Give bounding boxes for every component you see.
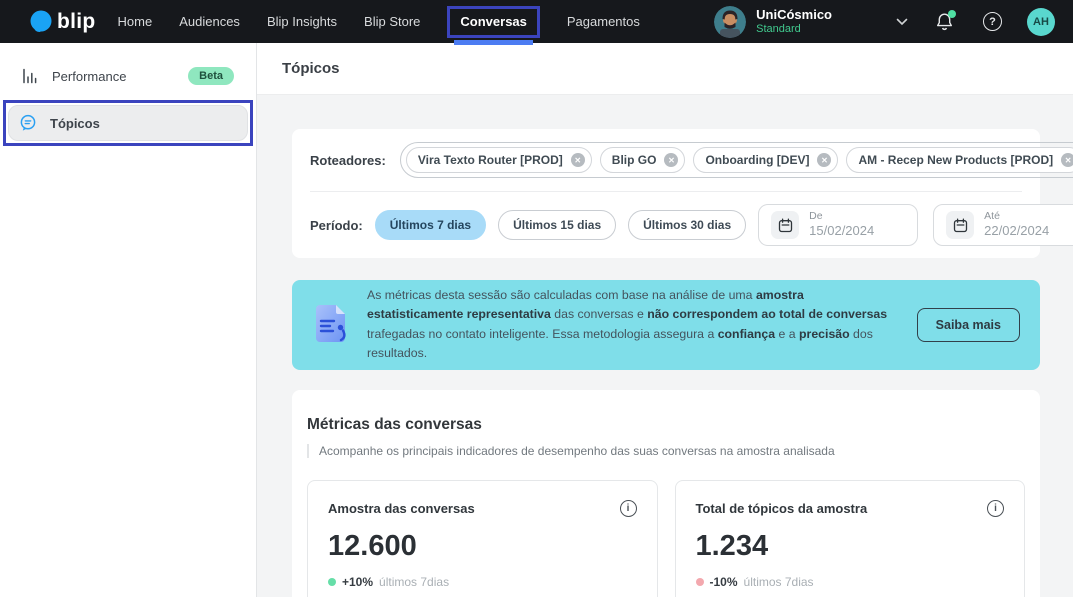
bar-chart-icon (22, 68, 39, 84)
period-chip-30-days[interactable]: Últimos 30 dias (628, 210, 746, 240)
sidebar-item-label: Tópicos (50, 116, 100, 131)
banner-text: As métricas desta sessão são calculadas … (367, 286, 900, 364)
main-nav: Home Audiences Blip Insights Blip Store … (118, 6, 640, 38)
account-name: UniCósmico (756, 7, 832, 23)
annotation-box-topicos: Tópicos (3, 100, 253, 146)
content-area: Roteadores: Vira Texto Router [PROD] ✕ B… (257, 95, 1073, 597)
beta-badge: Beta (188, 67, 234, 85)
main-area: Tópicos Roteadores: Vira Texto Router [P… (257, 43, 1073, 597)
sidebar-item-performance[interactable]: Performance Beta (12, 61, 244, 91)
metrics-section-card: Métricas das conversas Acompanhe os prin… (292, 390, 1040, 597)
notification-dot (948, 10, 956, 18)
router-chip-label: Blip GO (612, 153, 657, 167)
nav-item-audiences[interactable]: Audiences (179, 8, 240, 35)
date-from-label: De (809, 210, 874, 224)
info-icon[interactable]: i (987, 500, 1004, 517)
metric-trend: -10% últimos 7dias (696, 575, 1005, 589)
router-chip-label: Onboarding [DEV] (705, 153, 809, 167)
help-icon[interactable]: ? (983, 12, 1002, 31)
date-to-field[interactable]: Até 22/02/2024 (933, 204, 1073, 246)
metric-value: 1.234 (696, 530, 1005, 563)
info-banner: As métricas desta sessão são calculadas … (292, 280, 1040, 370)
filters-card: Roteadores: Vira Texto Router [PROD] ✕ B… (292, 129, 1040, 258)
account-menu[interactable]: UniCósmico Standard (714, 6, 832, 38)
document-icon (312, 304, 350, 346)
router-chip[interactable]: AM - Recep New Products [PROD] ✕ (846, 147, 1073, 173)
annotation-box-conversas: Conversas (447, 6, 539, 38)
trend-period: últimos 7dias (744, 575, 814, 589)
nav-item-blip-store[interactable]: Blip Store (364, 8, 420, 35)
metric-card-title: Total de tópicos da amostra (696, 501, 868, 516)
left-sidebar: Performance Beta Tópicos (0, 43, 257, 597)
date-from-field[interactable]: De 15/02/2024 (758, 204, 918, 246)
calendar-icon (946, 211, 974, 239)
sidebar-item-topicos[interactable]: Tópicos (8, 105, 248, 141)
date-range-group: De 15/02/2024 (758, 204, 1073, 246)
trend-period: últimos 7dias (379, 575, 449, 589)
remove-chip-icon[interactable]: ✕ (664, 153, 678, 167)
nav-item-blip-insights[interactable]: Blip Insights (267, 8, 337, 35)
metric-trend: +10% últimos 7dias (328, 575, 637, 589)
date-from-value: 15/02/2024 (809, 223, 874, 240)
page-title: Tópicos (282, 60, 340, 77)
blip-bubble-icon (28, 9, 54, 35)
trend-down-dot-icon (696, 578, 704, 586)
metrics-section-subtitle: Acompanhe os principais indicadores de d… (307, 444, 1025, 458)
metric-card-total-topics: Total de tópicos da amostra i 1.234 -10%… (675, 480, 1026, 597)
nav-item-home[interactable]: Home (118, 8, 153, 35)
period-chip-7-days[interactable]: Últimos 7 dias (375, 210, 486, 240)
info-icon[interactable]: i (620, 500, 637, 517)
active-tab-indicator (454, 40, 532, 45)
router-chip[interactable]: Blip GO ✕ (600, 147, 686, 173)
trend-up-dot-icon (328, 578, 336, 586)
routers-filter-row: Roteadores: Vira Texto Router [PROD] ✕ B… (310, 129, 1022, 191)
date-to-texts: Até 22/02/2024 (984, 210, 1049, 241)
remove-chip-icon[interactable]: ✕ (1061, 153, 1073, 167)
period-filter-row: Período: Últimos 7 dias Últimos 15 dias … (310, 192, 1022, 258)
sidebar-item-label: Performance (52, 69, 126, 84)
remove-chip-icon[interactable]: ✕ (817, 153, 831, 167)
topics-speech-bubble-icon (19, 114, 37, 132)
account-chevron-down-icon[interactable] (896, 18, 908, 26)
account-texts: UniCósmico Standard (756, 7, 832, 37)
blip-logo-text: blip (57, 10, 96, 34)
metric-value: 12.600 (328, 530, 637, 563)
trend-percentage: -10% (710, 575, 738, 589)
router-chip-label: Vira Texto Router [PROD] (418, 153, 563, 167)
calendar-icon (771, 211, 799, 239)
routers-label: Roteadores: (310, 153, 386, 168)
date-from-texts: De 15/02/2024 (809, 210, 874, 241)
date-to-label: Até (984, 210, 1049, 224)
metric-card-sample-conversations: Amostra das conversas i 12.600 +10% últi… (307, 480, 658, 597)
user-initials-avatar[interactable]: AH (1027, 8, 1055, 36)
account-plan-badge: Standard (756, 23, 832, 37)
blip-logo[interactable]: blip (28, 9, 96, 35)
metrics-section-title: Métricas das conversas (307, 416, 1025, 434)
nav-item-conversas[interactable]: Conversas (460, 14, 526, 29)
router-chip[interactable]: Onboarding [DEV] ✕ (693, 147, 838, 173)
nav-item-pagamentos[interactable]: Pagamentos (567, 8, 640, 35)
routers-multiselect[interactable]: Vira Texto Router [PROD] ✕ Blip GO ✕ Onb… (400, 142, 1073, 178)
remove-chip-icon[interactable]: ✕ (571, 153, 585, 167)
date-to-value: 22/02/2024 (984, 223, 1049, 240)
metric-card-title: Amostra das conversas (328, 501, 475, 516)
notifications-bell-icon[interactable] (936, 12, 953, 31)
period-label: Período: (310, 218, 363, 233)
account-avatar (714, 6, 746, 38)
router-chip-label: AM - Recep New Products [PROD] (858, 153, 1053, 167)
navbar-right-cluster: UniCósmico Standard ? AH (714, 6, 1055, 38)
page-header: Tópicos (257, 43, 1073, 95)
router-chip[interactable]: Vira Texto Router [PROD] ✕ (406, 147, 592, 173)
learn-more-button[interactable]: Saiba mais (917, 308, 1020, 342)
top-navbar: blip Home Audiences Blip Insights Blip S… (0, 0, 1073, 43)
trend-percentage: +10% (342, 575, 373, 589)
period-chip-15-days[interactable]: Últimos 15 dias (498, 210, 616, 240)
metric-cards-row: Amostra das conversas i 12.600 +10% últi… (307, 480, 1025, 597)
